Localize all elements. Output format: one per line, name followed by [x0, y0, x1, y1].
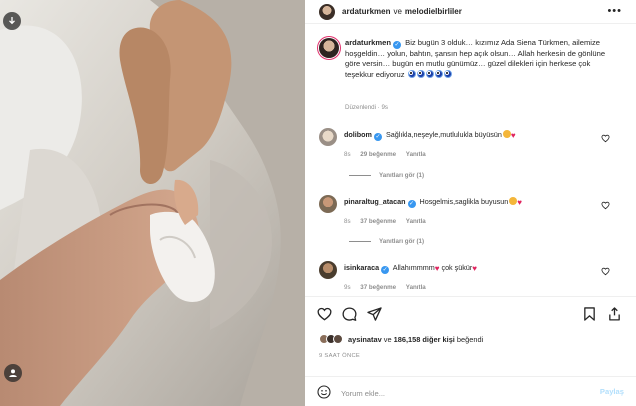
- edited-timestamp: Düzenlendi · 9s: [345, 104, 388, 111]
- caption-avatar[interactable]: [319, 38, 339, 58]
- comment-likes[interactable]: 37 beğenme: [360, 218, 396, 225]
- comment-username[interactable]: dolibom: [344, 130, 372, 139]
- likes-count[interactable]: 186,158 diğer kişi: [394, 335, 455, 344]
- comment-username[interactable]: isinkaraca: [344, 263, 379, 272]
- evil-eye-emoji-icon: [425, 69, 434, 78]
- comment-avatar[interactable]: [319, 195, 337, 213]
- comment-text: Sağlıkla,neşeyle,mutlulukla büyüsün: [385, 130, 502, 139]
- emoji-picker-icon[interactable]: [317, 385, 331, 399]
- like-comment-heart-icon[interactable]: [601, 267, 610, 276]
- likes-text: aysinatav ve 186,158 diğer kişi beğendi: [348, 335, 483, 344]
- reply-button[interactable]: Yanıtla: [406, 218, 426, 225]
- comment-time: 8s: [344, 218, 351, 225]
- post-time: 9 SAAT ÖNCE: [319, 353, 361, 359]
- comment-text-continued: çok şükür: [441, 263, 473, 272]
- likes-connector: ve: [383, 334, 392, 344]
- heart-emoji-icon: ♥: [472, 264, 477, 273]
- post-photo[interactable]: [0, 0, 305, 406]
- smiling-face-emoji-icon: [502, 130, 511, 138]
- like-heart-icon[interactable]: [317, 307, 332, 321]
- comment-avatar[interactable]: [319, 261, 337, 279]
- like-comment-heart-icon[interactable]: [601, 134, 610, 143]
- comment-time: 9s: [344, 284, 351, 291]
- share-upload-icon[interactable]: [608, 307, 621, 321]
- comment-meta: 8s 37 beğenme Yanıtla: [344, 218, 624, 225]
- share-paper-plane-icon[interactable]: [367, 307, 382, 321]
- view-replies-button[interactable]: Yanıtları gör (1): [349, 172, 424, 179]
- comment-time: 8s: [344, 151, 351, 158]
- like-comment-heart-icon[interactable]: [601, 201, 610, 210]
- reply-button[interactable]: Yanıtla: [406, 284, 426, 291]
- evil-eye-emoji-icon: [434, 69, 443, 78]
- comment-likes[interactable]: 37 beğenme: [360, 284, 396, 291]
- evil-eye-emoji-icon: [407, 69, 416, 78]
- heart-emoji-icon: ♥: [434, 264, 440, 273]
- comment-avatar[interactable]: [319, 128, 337, 146]
- comment-item: pinaraltug_atacan ✓ Hosgelmis,saglikla bu…: [319, 195, 624, 225]
- view-replies-button[interactable]: Yanıtları gör (1): [349, 238, 424, 245]
- caption: ardaturkmen ✓ Biz bugün 3 olduk… kızımız …: [319, 38, 624, 80]
- coauthor-link[interactable]: melodielbirliler: [405, 7, 462, 16]
- verified-badge-icon: ✓: [407, 200, 416, 208]
- comment-bubble-icon[interactable]: [342, 307, 357, 321]
- evil-eye-emoji-icon: [443, 69, 452, 78]
- user-tags-icon[interactable]: [4, 364, 22, 382]
- verified-badge-icon: ✓: [373, 133, 382, 141]
- comment-item: dolibom ✓ Sağlıkla,neşeyle,mutlulukla büy…: [319, 128, 624, 158]
- post-panel: ardaturkmen ve melodielbirliler ••• arda…: [305, 0, 636, 406]
- baby-hand-photo: [0, 0, 305, 406]
- caption-text-block: ardaturkmen ✓ Biz bugün 3 olduk… kızımız …: [345, 38, 615, 80]
- liker-avatar: [333, 334, 343, 344]
- add-comment-bar: Paylaş: [305, 376, 636, 406]
- download-icon[interactable]: [3, 12, 21, 30]
- heart-emoji-icon: ♥: [517, 198, 522, 207]
- verified-badge-icon: ✓: [393, 41, 402, 49]
- author-separator: ve: [393, 7, 402, 16]
- likes-suffix: beğendi: [456, 334, 484, 344]
- avatar[interactable]: [319, 3, 335, 20]
- smiling-face-emoji-icon: [509, 197, 518, 205]
- comment-item: isinkaraca ✓ Allahımmmm♥ çok şükür♥ 9s 37…: [319, 261, 624, 291]
- post-actions: [305, 296, 636, 336]
- comment-likes[interactable]: 29 beğenme: [360, 151, 396, 158]
- post-comment-button[interactable]: Paylaş: [600, 387, 624, 396]
- liker-username[interactable]: aysinatav: [348, 335, 382, 344]
- more-horizontal-icon[interactable]: •••: [607, 5, 622, 17]
- comment-input[interactable]: [341, 386, 581, 400]
- evil-eye-emoji-icon: [416, 69, 425, 78]
- post-header: ardaturkmen ve melodielbirliler •••: [305, 0, 636, 24]
- reply-button[interactable]: Yanıtla: [406, 151, 426, 158]
- heart-emoji-icon: ♥: [510, 131, 516, 140]
- comment-text: Hosgelmis,saglikla buyusun: [419, 197, 509, 206]
- save-bookmark-icon[interactable]: [583, 307, 596, 321]
- comment-text: Allahımmmm: [392, 263, 435, 272]
- likes-summary: aysinatav ve 186,158 diğer kişi beğendi: [319, 334, 483, 344]
- comment-meta: 9s 37 beğenme Yanıtla: [344, 284, 624, 291]
- verified-badge-icon: ✓: [381, 266, 390, 274]
- author-link[interactable]: ardaturkmen: [342, 7, 390, 16]
- comment-username[interactable]: pinaraltug_atacan: [344, 197, 406, 206]
- caption-username[interactable]: ardaturkmen: [345, 38, 391, 47]
- comment-meta: 8s 29 beğenme Yanıtla: [344, 151, 624, 158]
